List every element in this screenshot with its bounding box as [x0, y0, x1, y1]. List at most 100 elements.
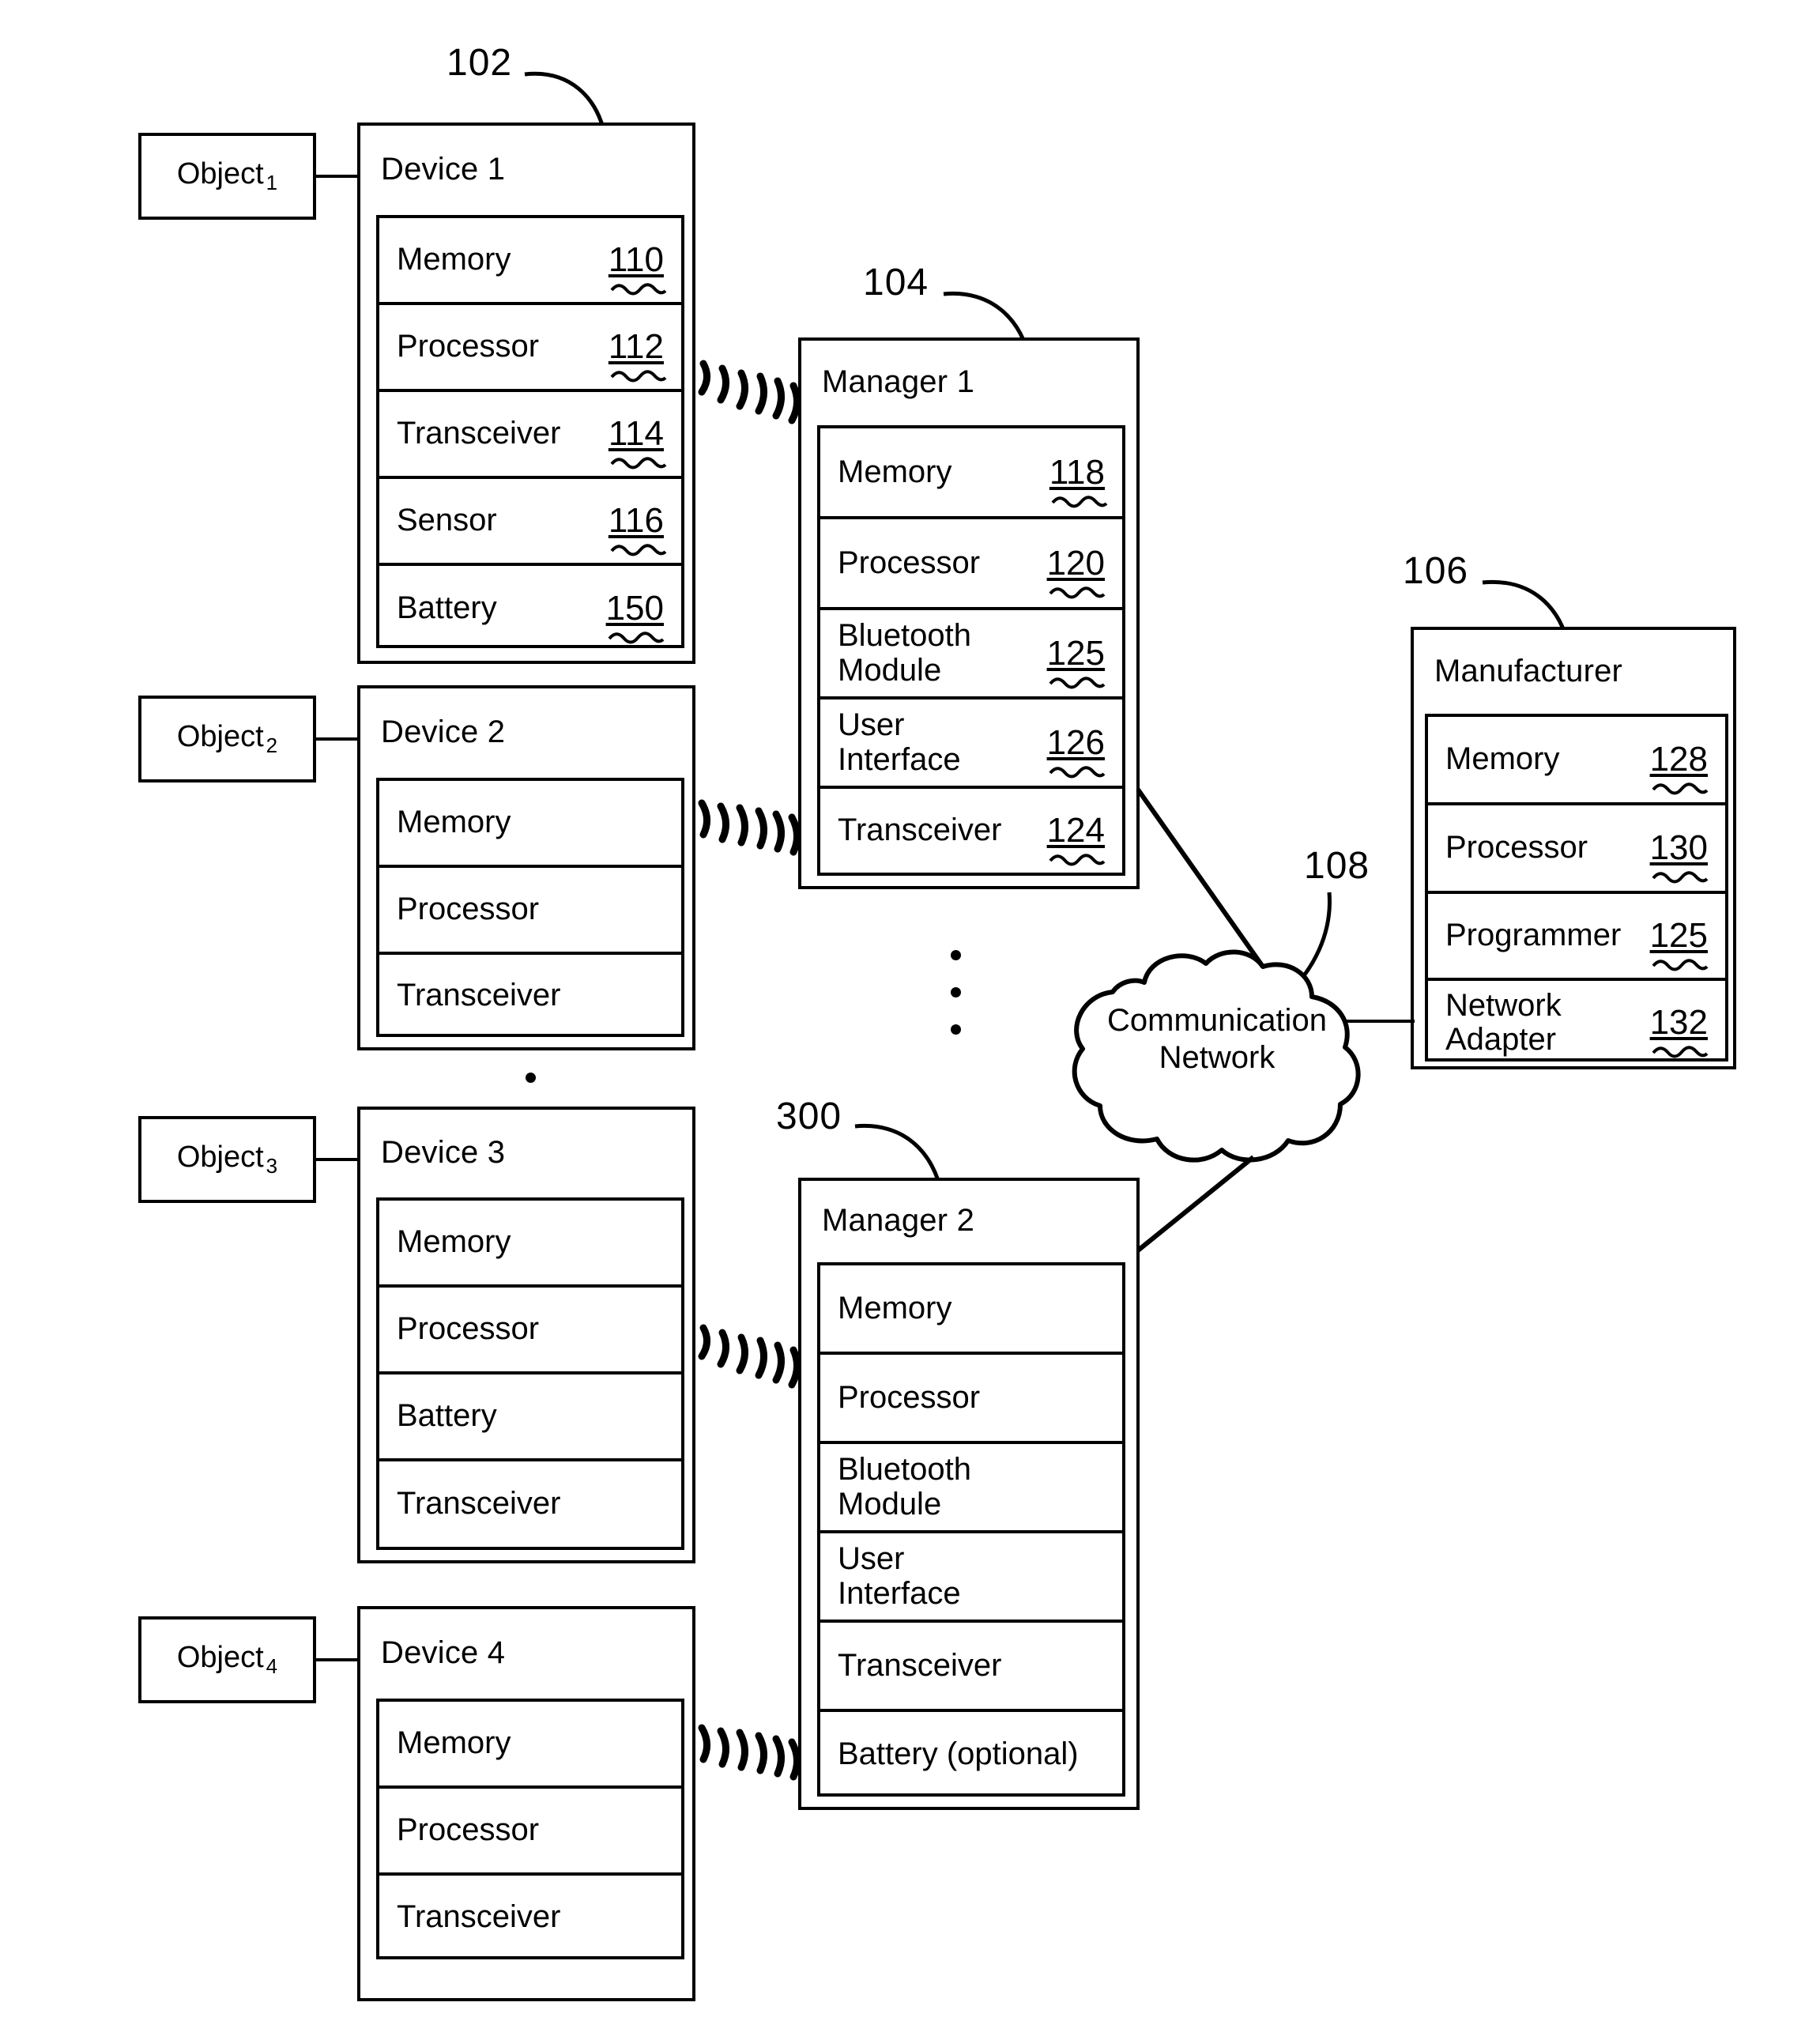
row-label: Memory: [397, 242, 511, 277]
network-label-line2: Network: [1159, 1040, 1276, 1076]
squiggle-icon: [1652, 959, 1708, 971]
device-4-row-memory[interactable]: Memory: [379, 1702, 681, 1789]
manufacturer-row-programmer[interactable]: Programmer 125: [1428, 894, 1725, 981]
leader-line-108: [1280, 889, 1407, 1008]
device-3-row-memory[interactable]: Memory: [379, 1201, 681, 1288]
manager-1-row-user-interface[interactable]: User Interface 126: [820, 699, 1122, 789]
communication-network-label: Communication Network: [1075, 1002, 1359, 1077]
device-1-row-processor[interactable]: Processor 112: [379, 305, 681, 392]
manager-1-components: Memory 118 Processor 120 Bluetooth Modul…: [817, 425, 1125, 876]
row-label: Transceiver: [397, 978, 561, 1013]
squiggle-icon: [610, 457, 667, 469]
row-ref-number: 110: [609, 241, 667, 296]
row-label: Network Adapter: [1445, 987, 1562, 1057]
device-4-row-processor[interactable]: Processor: [379, 1789, 681, 1876]
manager-1-row-transceiver[interactable]: Transceiver 124: [820, 789, 1122, 873]
row-label: Memory: [838, 454, 952, 489]
object-box-1[interactable]: Object 1: [138, 133, 316, 220]
row-label: User Interface: [838, 1541, 961, 1611]
manager-2-box[interactable]: Manager 2 Memory Processor Bluetooth Mod…: [798, 1178, 1140, 1810]
device-3-row-processor[interactable]: Processor: [379, 1288, 681, 1374]
row-label: Processor: [397, 892, 540, 927]
communication-network-cloud[interactable]: [1051, 929, 1383, 1182]
device-1-components: Memory 110 Processor 112 Transceiver 114…: [376, 215, 684, 648]
manager-2-row-transceiver[interactable]: Transceiver: [820, 1623, 1122, 1712]
row-label: Processor: [397, 1812, 540, 1848]
manufacturer-row-memory[interactable]: Memory 128: [1428, 717, 1725, 805]
device-1-row-transceiver[interactable]: Transceiver 114: [379, 392, 681, 479]
device-2-title: Device 2: [381, 714, 506, 749]
object-label-2: Object 2: [176, 720, 278, 757]
row-label: Memory: [1445, 741, 1560, 777]
manager-2-row-battery[interactable]: Battery (optional): [820, 1712, 1122, 1797]
squiggle-icon: [1049, 854, 1105, 866]
manager-1-row-bluetooth-module[interactable]: Bluetooth Module 125: [820, 610, 1122, 699]
manufacturer-box[interactable]: Manufacturer Memory 128 Processor 130 Pr…: [1411, 627, 1736, 1069]
row-label: Processor: [397, 329, 540, 364]
row-label: Processor: [838, 545, 981, 580]
row-label: Transceiver: [838, 813, 1002, 848]
row-ref-number: 118: [1049, 453, 1108, 508]
connector-object2-device2: [316, 737, 357, 741]
ref-number-108: 108: [1304, 845, 1370, 887]
object-label-1: Object 1: [176, 157, 278, 194]
row-label: Battery (optional): [838, 1736, 1079, 1771]
device-4-components: Memory Processor Transceiver: [376, 1699, 684, 1959]
link-manager1-network: [1135, 786, 1301, 984]
device-3-components: Memory Processor Battery Transceiver: [376, 1197, 684, 1550]
manager-2-row-processor[interactable]: Processor: [820, 1355, 1122, 1444]
ref-number-102: 102: [447, 42, 513, 84]
device-2-row-processor[interactable]: Processor: [379, 868, 681, 955]
row-label: Memory: [838, 1290, 952, 1325]
manager-1-row-memory[interactable]: Memory 118: [820, 428, 1122, 519]
manufacturer-row-network-adapter[interactable]: Network Adapter 132: [1428, 981, 1725, 1065]
device-2-row-memory[interactable]: Memory: [379, 781, 681, 868]
device-4-row-transceiver[interactable]: Transceiver: [379, 1876, 681, 1959]
squiggle-icon: [1051, 495, 1108, 508]
row-label: Bluetooth Module: [838, 1452, 972, 1522]
row-ref-number: 116: [609, 502, 667, 556]
device-1-row-sensor[interactable]: Sensor 116: [379, 479, 681, 566]
network-label-line1: Communication: [1107, 1003, 1327, 1038]
row-label: Memory: [397, 1224, 511, 1260]
device-3-row-battery[interactable]: Battery: [379, 1374, 681, 1461]
device-1-box[interactable]: Device 1 Memory 110 Processor 112 Transc…: [357, 123, 695, 664]
row-label: Transceiver: [397, 416, 561, 451]
manager-2-row-bluetooth-module[interactable]: Bluetooth Module: [820, 1444, 1122, 1533]
object-box-2[interactable]: Object 2: [138, 696, 316, 782]
device-2-row-transceiver[interactable]: Transceiver: [379, 955, 681, 1037]
manager-1-box[interactable]: Manager 1 Memory 118 Processor 120 Bluet…: [798, 337, 1140, 889]
squiggle-icon: [610, 370, 667, 383]
row-ref-number: 124: [1047, 812, 1108, 866]
manager-2-row-memory[interactable]: Memory: [820, 1265, 1122, 1355]
wireless-link-device1-manager1: [698, 348, 801, 435]
manager-1-row-processor[interactable]: Processor 120: [820, 519, 1122, 610]
manufacturer-title: Manufacturer: [1434, 654, 1623, 688]
device-1-row-battery[interactable]: Battery 150: [379, 566, 681, 651]
squiggle-icon: [1049, 586, 1105, 599]
row-ref-number: 125: [1047, 634, 1108, 689]
row-ref-number: 132: [1650, 1004, 1711, 1058]
row-label: Memory: [397, 1725, 511, 1761]
object-box-4[interactable]: Object 4: [138, 1616, 316, 1703]
object-label-4: Object 4: [176, 1641, 278, 1678]
ref-number-300: 300: [776, 1095, 842, 1137]
object-box-3[interactable]: Object 3: [138, 1116, 316, 1203]
row-label: Programmer: [1445, 918, 1622, 953]
device-1-row-memory[interactable]: Memory 110: [379, 218, 681, 305]
device-3-row-transceiver[interactable]: Transceiver: [379, 1461, 681, 1547]
row-label: Bluetooth Module: [838, 618, 972, 688]
row-ref-number: 114: [609, 415, 667, 469]
device-1-title: Device 1: [381, 151, 506, 187]
squiggle-icon: [1652, 782, 1708, 795]
device-4-box[interactable]: Device 4 Memory Processor Transceiver: [357, 1606, 695, 2001]
device-2-box[interactable]: Device 2 Memory Processor Transceiver: [357, 685, 695, 1050]
manufacturer-row-processor[interactable]: Processor 130: [1428, 805, 1725, 894]
row-ref-number: 120: [1047, 544, 1108, 599]
device-3-box[interactable]: Device 3 Memory Processor Battery Transc…: [357, 1107, 695, 1563]
manager-2-row-user-interface[interactable]: User Interface: [820, 1533, 1122, 1623]
squiggle-icon: [610, 283, 667, 296]
manager-2-components: Memory Processor Bluetooth Module User I…: [817, 1262, 1125, 1797]
row-ref-number: 125: [1650, 917, 1711, 971]
link-network-manufacturer: [1343, 1020, 1415, 1023]
